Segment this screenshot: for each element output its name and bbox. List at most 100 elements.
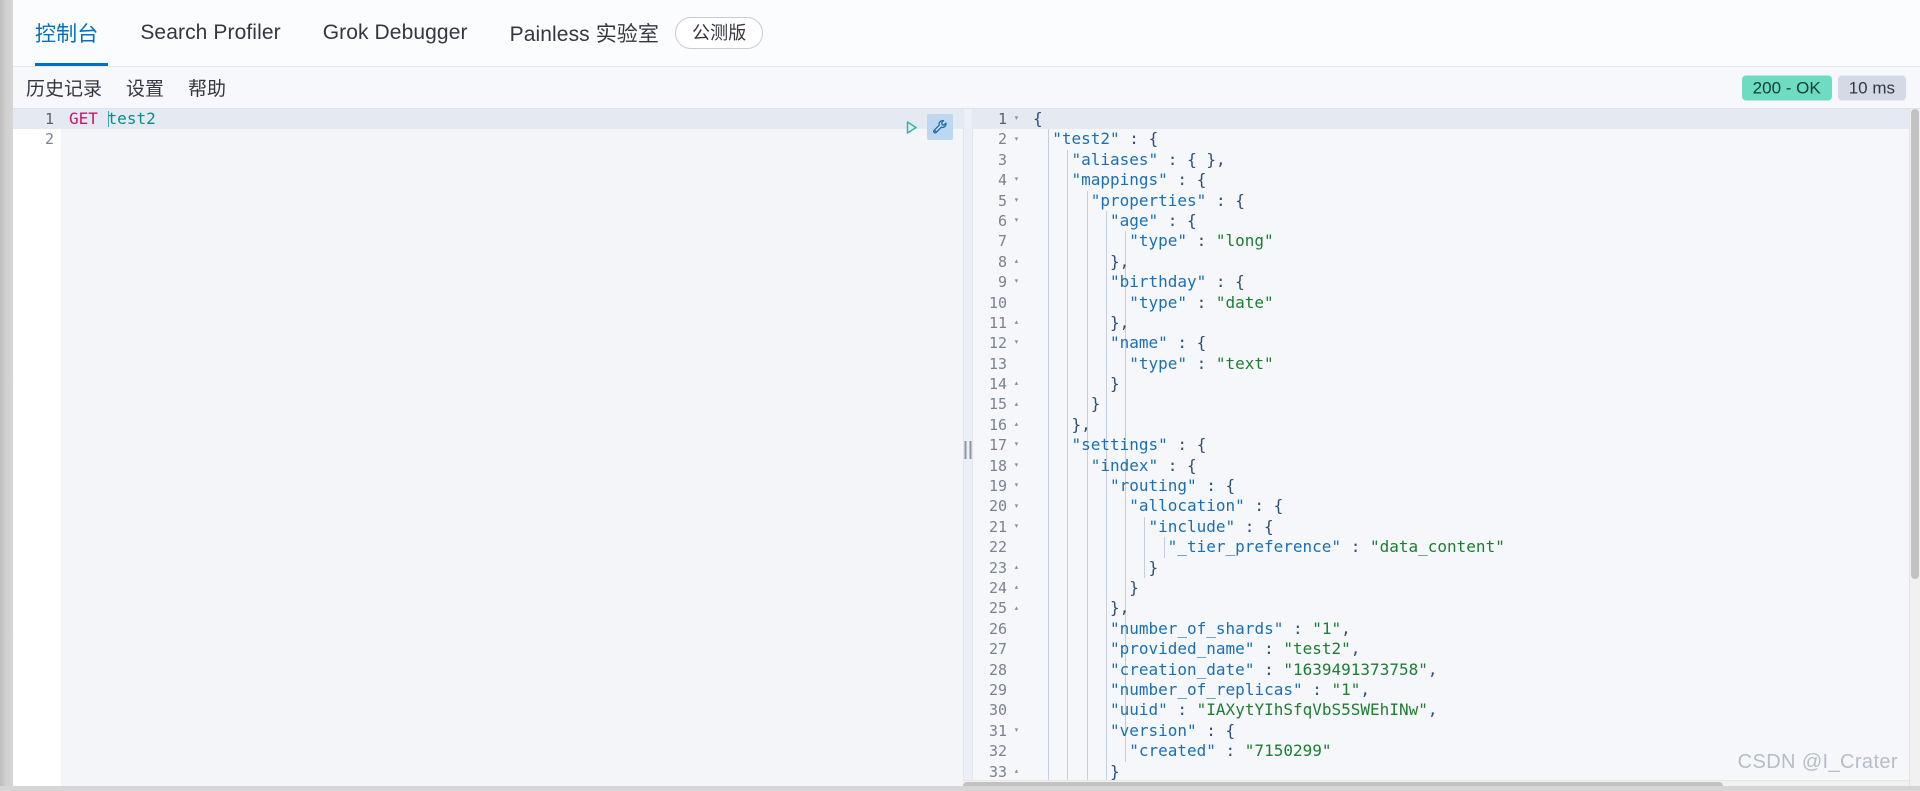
request-editor-code[interactable]: GET test2 (61, 109, 963, 791)
json-punctuation-token: } (1109, 761, 1120, 781)
json-string-token: "IAXytYIhSfqVbS5SWEhINw" (1196, 700, 1428, 720)
fold-expand-icon[interactable]: ▴ (1012, 318, 1021, 328)
fold-collapse-icon[interactable]: ▾ (1012, 135, 1021, 144)
fold-collapse-icon[interactable]: ▾ (1012, 502, 1021, 511)
json-punctuation-token: : (1186, 353, 1216, 373)
fold-expand-icon[interactable]: ▴ (1012, 400, 1021, 409)
tab-1[interactable]: 控制台 (24, 0, 119, 66)
json-punctuation-token: : (1283, 618, 1313, 638)
global-left-rail (0, 0, 13, 791)
json-punctuation-token: } (1129, 577, 1139, 597)
output-code-line[interactable]: "test2" : { (1025, 129, 1920, 149)
fold-collapse-icon[interactable]: ▾ (1012, 175, 1021, 185)
fold-collapse-icon[interactable]: ▾ (1012, 461, 1021, 470)
output-code-line[interactable]: "created" : "7150299" (1025, 741, 1920, 761)
fold-expand-icon[interactable]: ▴ (1012, 767, 1021, 776)
output-code-line[interactable]: "birthday" : { (1025, 272, 1920, 292)
output-code-line[interactable]: "name" : { (1025, 333, 1920, 353)
output-code-line[interactable]: "age" : { (1025, 211, 1920, 231)
output-code-line[interactable]: { (1025, 109, 1920, 130)
json-key-token: "type" (1129, 353, 1187, 373)
fold-collapse-icon[interactable]: ▾ (1012, 440, 1021, 450)
json-punctuation-token: : { (1119, 129, 1159, 149)
editor-code-line[interactable] (61, 129, 963, 149)
response-output-pane[interactable]: 1 ▾ 2 ▾ 3 4 ▾ 5 ▾ 6 ▾ 7 8 ▴ 9 ▾ 10 11 ▴ 12 ▾ 13 14 ▴ 15 ▴ 16 ▴ 17 ▾ 18… (963, 109, 1920, 791)
output-code-line[interactable]: "aliases" : { }, (1025, 150, 1920, 170)
fold-expand-icon[interactable]: ▴ (1012, 583, 1021, 593)
fold-expand-icon[interactable]: ▴ (1012, 379, 1021, 389)
output-code-line[interactable]: } (1025, 762, 1920, 782)
json-punctuation-token: : (1186, 231, 1216, 251)
editor-code-line[interactable]: GET test2 (61, 109, 963, 130)
output-code-line[interactable]: "mappings" : { (1025, 170, 1920, 190)
output-code-line[interactable]: "creation_date" : "1639491373758", (1025, 660, 1920, 680)
output-code-line[interactable]: "type" : "long" (1025, 231, 1920, 251)
fold-expand-icon[interactable]: ▴ (1012, 257, 1021, 266)
fold-collapse-icon[interactable]: ▾ (1012, 726, 1021, 735)
output-code-line[interactable]: } (1025, 394, 1920, 414)
tab-label: Painless 实验室 (509, 23, 660, 46)
output-code-line[interactable]: "number_of_replicas" : "1", (1025, 680, 1920, 700)
tab-4[interactable]: Painless 实验室 公测版 (489, 0, 785, 66)
output-code-line[interactable]: } (1025, 578, 1920, 598)
json-key-token: "age" (1109, 210, 1159, 230)
output-code-line[interactable]: }, (1025, 252, 1920, 272)
output-code-line[interactable]: "version" : { (1025, 721, 1920, 741)
output-code-line[interactable]: "include" : { (1025, 517, 1920, 537)
json-punctuation-token: : { (1235, 516, 1274, 536)
subnav-item-2[interactable]: 设置 (126, 74, 164, 101)
subnav-item-3[interactable]: 帮助 (188, 74, 226, 101)
output-vertical-scroll-thumb[interactable] (1911, 109, 1919, 579)
json-string-token: "7150299" (1244, 741, 1332, 761)
output-code-line[interactable]: "provided_name" : "test2", (1025, 639, 1920, 659)
output-code-line[interactable]: "uuid" : "IAXytYIhSfqVbS5SWEhINw", (1025, 700, 1920, 720)
response-output-code[interactable]: {"test2" : {"aliases" : { }, "mappings" :… (1025, 109, 1920, 791)
fold-collapse-icon[interactable]: ▾ (1012, 196, 1021, 205)
output-code-line[interactable]: } (1025, 558, 1920, 578)
output-vertical-scrollbar[interactable] (1909, 109, 1920, 791)
tab-2[interactable]: Search Profiler (119, 0, 301, 66)
editor-line-number: 2 (44, 130, 54, 149)
json-key-token: "birthday" (1109, 272, 1207, 292)
play-icon[interactable] (898, 114, 924, 140)
tab-3[interactable]: Grok Debugger (302, 0, 489, 66)
fold-collapse-icon[interactable]: ▾ (1012, 522, 1021, 532)
json-key-token: "mappings" (1071, 170, 1168, 190)
tab-label: 控制台 (35, 23, 99, 46)
subnav-item-1[interactable]: 历史记录 (26, 74, 102, 101)
output-code-line[interactable]: "_tier_preference" : "data_content" (1025, 537, 1920, 557)
output-code-line[interactable]: "properties" : { (1025, 191, 1920, 211)
json-key-token: "number_of_replicas" (1109, 679, 1303, 699)
output-code-line[interactable]: "allocation" : { (1025, 496, 1920, 516)
fold-collapse-icon[interactable]: ▾ (1012, 481, 1021, 491)
output-code-line[interactable]: }, (1025, 415, 1920, 435)
json-key-token: "settings" (1071, 435, 1168, 455)
window-bottom-edge (0, 786, 1920, 791)
json-key-token: "include" (1148, 516, 1236, 536)
fold-expand-icon[interactable]: ▴ (1012, 604, 1021, 613)
fold-expand-icon[interactable]: ▴ (1012, 563, 1021, 572)
output-code-line[interactable]: "routing" : { (1025, 476, 1920, 496)
output-code-line[interactable]: }, (1025, 313, 1920, 333)
editor-line-number-gutter: 12 (13, 109, 61, 791)
json-key-token: "aliases" (1071, 149, 1159, 169)
output-code-line[interactable]: "settings" : { (1025, 435, 1920, 455)
request-editor-pane[interactable]: 12 GET test2 (13, 109, 963, 791)
output-code-line[interactable]: }, (1025, 598, 1920, 618)
fold-collapse-icon[interactable]: ▾ (1012, 277, 1021, 287)
fold-expand-icon[interactable]: ▴ (1012, 420, 1021, 430)
pane-splitter[interactable] (963, 109, 973, 791)
fold-collapse-icon[interactable]: ▾ (1012, 216, 1021, 226)
output-code-line[interactable]: "type" : "text" (1025, 354, 1920, 374)
json-punctuation-token: : { (1167, 170, 1207, 190)
fold-collapse-icon[interactable]: ▾ (1012, 338, 1021, 348)
output-code-line[interactable]: "number_of_shards" : "1", (1025, 619, 1920, 639)
json-punctuation-token: { (1033, 109, 1043, 128)
output-code-line[interactable]: "index" : { (1025, 456, 1920, 476)
output-code-line[interactable]: } (1025, 374, 1920, 394)
json-punctuation-token: , (1350, 639, 1361, 659)
json-punctuation-token: : { (1158, 210, 1197, 230)
output-code-line[interactable]: "type" : "date" (1025, 293, 1920, 313)
fold-collapse-icon[interactable]: ▾ (1012, 114, 1021, 124)
wrench-icon[interactable] (927, 114, 953, 140)
